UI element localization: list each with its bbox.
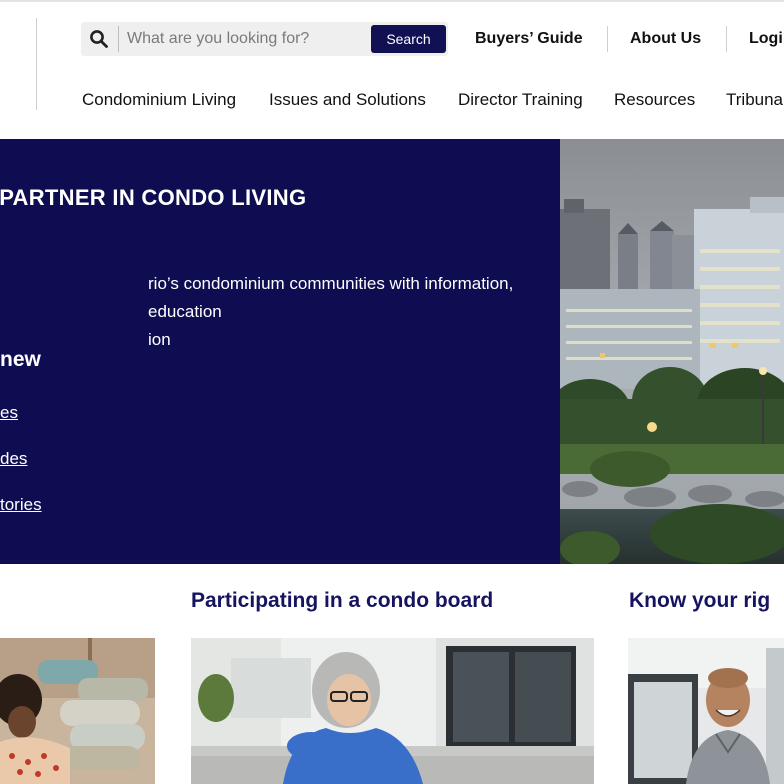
utility-separator: [607, 26, 608, 52]
card-photo-smiling-man[interactable]: [628, 638, 784, 784]
nav-condominium-living[interactable]: Condominium Living: [82, 88, 236, 112]
hero-title: YOUR PARTNER IN CONDO LIVING: [0, 185, 306, 211]
top-border: [0, 0, 784, 2]
search-input[interactable]: [127, 22, 367, 56]
hero-link-3[interactable]: tories: [0, 495, 42, 515]
nav-resources[interactable]: Resources: [614, 88, 695, 112]
hero-description: rio’s condominium communities with infor…: [148, 274, 514, 349]
hero-photo-condo-buildings: [560, 139, 784, 564]
search-button[interactable]: Search: [371, 25, 446, 53]
search-separator: [118, 26, 119, 52]
search-icon: [90, 30, 108, 48]
nav-tribunal[interactable]: Tribuna: [726, 88, 783, 112]
card-photo-woman-with-pillows[interactable]: [0, 638, 155, 784]
nav-issues-and-solutions[interactable]: Issues and Solutions: [269, 88, 426, 112]
hero-link-2[interactable]: des: [0, 449, 27, 469]
nav-director-training[interactable]: Director Training: [458, 88, 583, 112]
card-title-participating-in-a-condo-board[interactable]: Participating in a condo board: [191, 589, 493, 613]
hero-panel: YOUR PARTNER IN CONDO LIVING rio’s condo…: [0, 139, 560, 564]
nav-buyers-guide[interactable]: Buyers’ Guide: [475, 22, 583, 56]
hero-subheading: new: [0, 348, 41, 371]
search-bar: Search: [81, 22, 448, 56]
nav-login[interactable]: Logi: [749, 22, 783, 56]
utility-separator: [726, 26, 727, 52]
card-photo-smiling-woman-on-sofa[interactable]: [191, 638, 594, 784]
nav-about-us[interactable]: About Us: [630, 22, 701, 56]
logo-divider: [36, 18, 37, 110]
hero-link-1[interactable]: es: [0, 403, 18, 423]
hero-title-text: PARTNER IN CONDO LIVING: [0, 185, 307, 210]
card-title-know-your-rights[interactable]: Know your rig: [629, 589, 770, 613]
